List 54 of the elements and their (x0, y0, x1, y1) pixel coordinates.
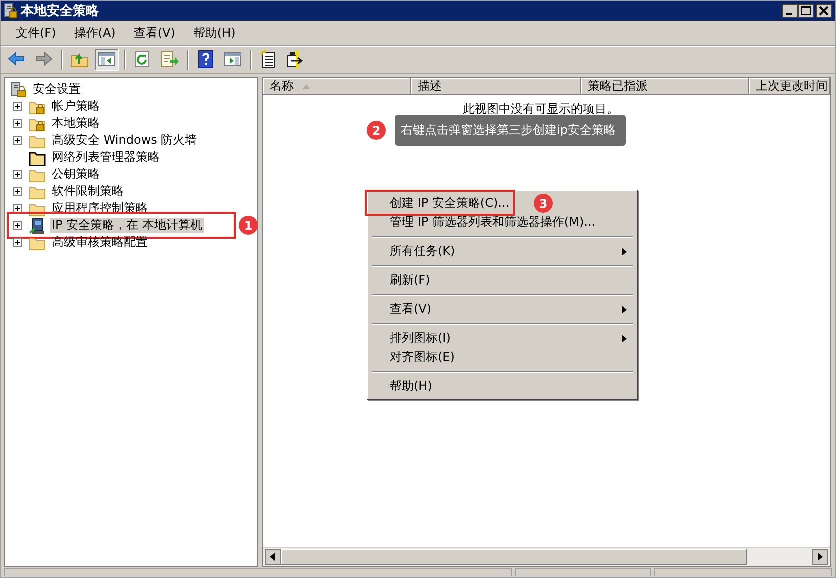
maximize-button[interactable] (798, 4, 814, 18)
menu-item[interactable]: 排列图标(I) (370, 329, 635, 348)
submenu-arrow-icon (622, 306, 627, 314)
expand-icon[interactable] (13, 204, 22, 213)
menu-item[interactable]: 查看(V) (124, 24, 184, 42)
tree-item[interactable]: 帐户策略 (50, 99, 102, 114)
expand-icon[interactable] (13, 238, 22, 247)
menu-item[interactable]: 对齐图标(E) (370, 348, 635, 367)
tree-item[interactable]: 高级审核策略配置 (50, 235, 150, 250)
window-title: 本地安全策略 (21, 2, 99, 20)
menu-item[interactable]: 所有任务(K) (370, 242, 635, 261)
menu-item[interactable]: 文件(F) (7, 24, 66, 42)
menu-item[interactable]: 帮助(H) (370, 377, 635, 396)
expand-icon[interactable] (13, 170, 22, 179)
step-badge: 3 (534, 194, 553, 213)
column-header[interactable]: 描述 (411, 78, 581, 95)
menu-item[interactable]: 操作(A) (65, 24, 125, 42)
horizontal-scrollbar[interactable] (263, 547, 830, 566)
submenu-arrow-icon (622, 248, 627, 256)
expand-icon[interactable] (13, 187, 22, 196)
submenu-arrow-icon (622, 334, 627, 342)
scroll-right-button[interactable] (812, 549, 828, 565)
expand-icon[interactable] (13, 136, 22, 145)
server-lock-icon (11, 82, 27, 98)
tree-item[interactable]: 公钥策略 (50, 167, 102, 182)
menu-item[interactable]: 刷新(F) (370, 271, 635, 290)
callout-bubble: 右键点击弹窗选择第三步创建ip安全策略 (395, 115, 626, 146)
step-badge: 2 (367, 121, 386, 140)
close-button[interactable] (816, 4, 832, 18)
tree-item[interactable]: IP 安全策略，在 本地计算机 (50, 218, 204, 233)
sort-ascending-icon (302, 84, 311, 90)
empty-message: 此视图中没有可显示的项目。 (463, 101, 619, 118)
expand-icon[interactable] (13, 119, 22, 128)
scroll-left-button[interactable] (265, 549, 281, 565)
folder-icon (29, 150, 46, 166)
tree-item[interactable]: 高级安全 Windows 防火墙 (50, 133, 200, 148)
menu-item[interactable]: 查看(V) (370, 300, 635, 319)
app-icon (4, 3, 18, 19)
menu-item[interactable]: 帮助(H) (184, 24, 245, 42)
computer-icon (29, 218, 46, 234)
column-header[interactable]: 名称 (263, 78, 411, 95)
column-header[interactable]: 上次更改时间 (749, 78, 830, 95)
minimize-button[interactable] (782, 4, 798, 18)
column-header[interactable]: 策略已指派 (581, 78, 749, 95)
expand-icon[interactable] (13, 221, 22, 230)
tree-item[interactable]: 本地策略 (50, 116, 102, 131)
tree-item[interactable]: 安全设置 (31, 82, 83, 97)
menu-item[interactable]: 管理 IP 筛选器列表和筛选器操作(M)... (370, 213, 635, 232)
tree-item[interactable]: 软件限制策略 (50, 184, 126, 199)
menu-item[interactable]: 创建 IP 安全策略(C)... 3 (370, 194, 635, 213)
scroll-thumb[interactable] (281, 549, 747, 565)
expand-icon[interactable] (13, 102, 22, 111)
step-badge: 1 (239, 216, 258, 235)
tree-item[interactable]: 网络列表管理器策略 (50, 150, 162, 165)
